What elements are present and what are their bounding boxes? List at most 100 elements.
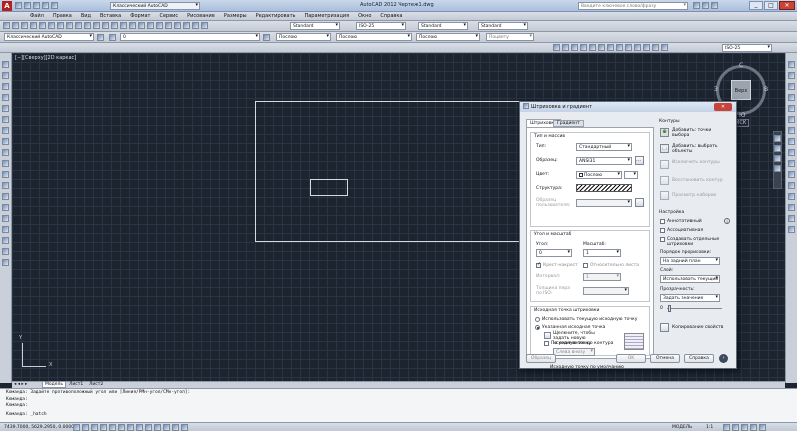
ellipse-arc-tool-icon[interactable]	[2, 171, 9, 178]
line-tool-icon[interactable]	[2, 61, 9, 68]
open-icon[interactable]	[24, 2, 31, 9]
explode-icon[interactable]	[788, 226, 795, 233]
gradient-tool-icon[interactable]	[2, 226, 9, 233]
offset-icon[interactable]	[788, 94, 795, 101]
iso-pen-select[interactable]	[583, 287, 629, 295]
zoom-previous-icon[interactable]	[138, 22, 145, 29]
pattern-select[interactable]: ANSI31	[576, 157, 632, 165]
arc-dim-icon[interactable]	[571, 44, 578, 51]
make-block-icon[interactable]	[2, 193, 9, 200]
viewcube-north[interactable]: С	[739, 62, 743, 69]
use-current-origin-radio[interactable]	[535, 317, 540, 322]
transparency-slider[interactable]	[667, 308, 722, 309]
mtext-tool-icon[interactable]	[2, 259, 9, 266]
cancel-button[interactable]: Отмена	[650, 354, 680, 363]
transparency-select[interactable]: Задать значение	[660, 294, 720, 302]
remove-boundaries-button[interactable]	[660, 160, 669, 169]
rotate-icon[interactable]	[788, 127, 795, 134]
center-mark-icon[interactable]	[661, 44, 668, 51]
dim-style-combo-2[interactable]: ISO-25	[722, 44, 772, 52]
copy-icon[interactable]	[66, 22, 73, 29]
workspace-settings-icon[interactable]	[97, 34, 104, 41]
custom-browse-button[interactable]	[635, 198, 644, 207]
default-extents-checkbox[interactable]	[544, 341, 549, 346]
more-options-button[interactable]: ›	[719, 354, 728, 363]
3d-osnap-icon[interactable]	[118, 424, 125, 431]
tab-layout1[interactable]: Лист1	[67, 382, 85, 387]
menu-window[interactable]: Окно	[358, 13, 371, 19]
ducs-icon[interactable]	[136, 424, 143, 431]
region-tool-icon[interactable]	[2, 237, 9, 244]
stretch-icon[interactable]	[788, 149, 795, 156]
extend-icon[interactable]	[788, 171, 795, 178]
copy-object-icon[interactable]	[788, 72, 795, 79]
mirror-icon[interactable]	[788, 83, 795, 90]
annotation-scale[interactable]: 1:1	[706, 425, 713, 430]
menu-insert[interactable]: Вставка	[100, 13, 121, 19]
annotative-info-icon[interactable]: i	[724, 218, 730, 224]
draw-order-select[interactable]: На задний план	[660, 257, 720, 265]
linear-dim-icon[interactable]	[553, 44, 560, 51]
command-prompt[interactable]: Команда: _hatch	[6, 412, 791, 419]
make-current-icon[interactable]	[263, 34, 270, 41]
double-hatch-checkbox[interactable]	[536, 261, 541, 268]
zoom-realtime-icon[interactable]	[120, 22, 127, 29]
recreate-boundary-button[interactable]	[660, 176, 669, 185]
dialog-close-button[interactable]: ✕	[714, 103, 732, 111]
viewcube-east[interactable]: В	[764, 86, 768, 93]
zoom-window-icon[interactable]	[129, 22, 136, 29]
minimize-button[interactable]: _	[749, 1, 763, 10]
mleader-style-combo[interactable]: Standard	[478, 22, 528, 30]
menu-edit[interactable]: Правка	[53, 13, 72, 19]
tab-gradient[interactable]: Градиент	[553, 120, 584, 127]
print-icon[interactable]	[30, 22, 37, 29]
diameter-dim-icon[interactable]	[607, 44, 614, 51]
circle-tool-icon[interactable]	[2, 127, 9, 134]
tab-layout2[interactable]: Лист2	[87, 382, 105, 387]
nav-zoom-icon[interactable]	[774, 155, 781, 162]
continue-dim-icon[interactable]	[643, 44, 650, 51]
dim-style-combo[interactable]: ISO-25	[356, 22, 406, 30]
new-icon[interactable]	[3, 22, 10, 29]
table-tool-icon[interactable]	[2, 248, 9, 255]
preview-button[interactable]: Образец	[526, 354, 556, 363]
workspace-switch-icon[interactable]	[741, 424, 748, 431]
pan-icon[interactable]	[111, 22, 118, 29]
erase-icon[interactable]	[788, 61, 795, 68]
menu-help[interactable]: Справка	[380, 13, 402, 19]
break-icon[interactable]	[788, 182, 795, 189]
xline-tool-icon[interactable]	[2, 72, 9, 79]
plotstyle-combo[interactable]: Поцвету	[486, 33, 534, 41]
insert-block-icon[interactable]	[2, 182, 9, 189]
undo-icon[interactable]	[42, 2, 49, 9]
qp-icon[interactable]	[172, 424, 179, 431]
dyn-icon[interactable]	[145, 424, 152, 431]
pattern-browse-button[interactable]: …	[635, 156, 644, 165]
maximize-button[interactable]: □	[764, 1, 778, 10]
origin-position-select[interactable]: Слева внизу	[553, 348, 595, 356]
polyline-tool-icon[interactable]	[2, 83, 9, 90]
text-style-combo[interactable]: Standard	[290, 22, 340, 30]
angle-select[interactable]: 0	[536, 249, 572, 257]
spacing-input[interactable]: 1	[583, 273, 621, 281]
add-pick-points-button[interactable]: ⊕	[660, 128, 669, 137]
help-tool-icon[interactable]	[201, 22, 208, 29]
array-icon[interactable]	[788, 105, 795, 112]
spline-tool-icon[interactable]	[2, 149, 9, 156]
preview-icon[interactable]	[39, 22, 46, 29]
polar-icon[interactable]	[100, 424, 107, 431]
layer-combo[interactable]: 0	[120, 33, 260, 41]
chamfer-icon[interactable]	[788, 204, 795, 211]
pick-origin-button[interactable]	[544, 332, 551, 339]
hatch-tool-icon[interactable]	[2, 215, 9, 222]
search-input[interactable]: Введите ключевое слово/фразу	[578, 2, 688, 10]
point-tool-icon[interactable]	[2, 204, 9, 211]
nav-pan-icon[interactable]	[774, 145, 781, 152]
workspace-combo[interactable]: Классический AutoCAD	[4, 33, 94, 41]
snap-icon[interactable]	[73, 424, 80, 431]
layer-select[interactable]: Использовать текущий	[660, 275, 720, 283]
polygon-tool-icon[interactable]	[2, 94, 9, 101]
ellipse-tool-icon[interactable]	[2, 160, 9, 167]
match-properties-icon[interactable]	[84, 22, 91, 29]
auto-scale-icon[interactable]	[732, 424, 739, 431]
